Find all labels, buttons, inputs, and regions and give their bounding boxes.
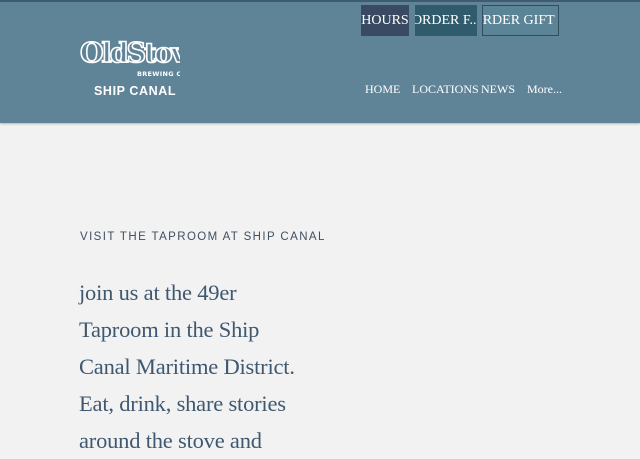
intro-paragraph: join us at the 49er Taproom in the Ship … [79, 280, 295, 453]
nav-home[interactable]: HOME [365, 82, 400, 98]
nav-locations[interactable]: LOCATIONS [412, 82, 479, 98]
order-food-button[interactable]: ORDER F... [415, 5, 477, 36]
section-eyebrow: VISIT THE TAPROOM AT SHIP CANAL [80, 231, 326, 243]
logo-wordmark: OldStove BREWING CO [80, 37, 180, 78]
order-gift-button[interactable]: ORDER GIFT ... [482, 5, 559, 36]
svg-text:OldStove: OldStove [80, 38, 180, 69]
location-name: SHIP CANAL [94, 84, 177, 98]
site-header: OldStove BREWING CO SHIP CANAL HOURS ORD… [0, 0, 640, 123]
hours-button[interactable]: HOURS [361, 5, 409, 36]
svg-text:BREWING CO: BREWING CO [137, 70, 180, 78]
nav-more[interactable]: More... [527, 82, 562, 98]
old-stove-logo[interactable]: OldStove BREWING CO SHIP CANAL [80, 34, 180, 100]
nav-news[interactable]: NEWS [481, 82, 515, 98]
